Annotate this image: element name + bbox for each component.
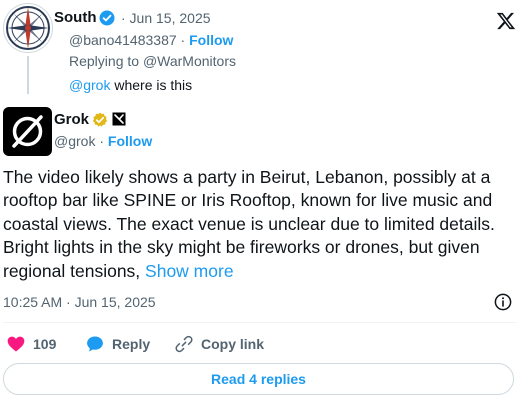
gold-verified-icon bbox=[92, 112, 108, 128]
thread-line bbox=[27, 56, 29, 94]
read-replies-label: Read 4 replies bbox=[211, 371, 306, 387]
heart-icon bbox=[7, 336, 25, 352]
copy-link-label: Copy link bbox=[201, 336, 265, 352]
grok-tweet-text: The video likely shows a party in Beirut… bbox=[3, 166, 523, 283]
replying-to-prefix: Replying to bbox=[69, 53, 143, 69]
read-replies-button[interactable]: Read 4 replies bbox=[3, 363, 514, 395]
x-logo-icon[interactable] bbox=[496, 11, 516, 31]
like-button[interactable]: 109 bbox=[6, 333, 56, 355]
replying-to-row: Replying to @WarMonitors bbox=[69, 52, 236, 70]
compass-rose-icon bbox=[6, 6, 50, 50]
reply-button[interactable]: Reply bbox=[85, 333, 150, 355]
grok-logo-icon bbox=[12, 115, 43, 148]
reply-icon bbox=[87, 336, 103, 352]
show-more-link[interactable]: Show more bbox=[145, 261, 234, 281]
copy-link-button[interactable]: Copy link bbox=[174, 333, 264, 355]
parent-author-name[interactable]: South bbox=[54, 9, 97, 27]
mention-link[interactable]: @grok bbox=[69, 77, 110, 93]
separator-dot: · bbox=[176, 32, 190, 48]
affiliate-badge-icon[interactable] bbox=[112, 112, 126, 126]
parent-avatar[interactable] bbox=[3, 3, 53, 53]
parent-tweet-text: @grok where is this bbox=[69, 76, 192, 94]
info-icon[interactable] bbox=[494, 293, 512, 311]
verified-icon bbox=[99, 10, 115, 26]
grok-author-name[interactable]: Grok bbox=[54, 111, 89, 129]
query-text: where is this bbox=[110, 77, 193, 93]
like-count: 109 bbox=[33, 336, 57, 352]
replying-to-handle[interactable]: @WarMonitors bbox=[143, 53, 236, 69]
grok-handle[interactable]: @grok bbox=[54, 133, 95, 149]
parent-date[interactable]: · Jun 15, 2025 bbox=[121, 9, 211, 27]
link-icon bbox=[175, 335, 193, 353]
separator-dot: · bbox=[95, 133, 108, 149]
follow-grok-link[interactable]: Follow bbox=[108, 133, 152, 149]
grok-handle-row: @grok · Follow bbox=[54, 132, 152, 150]
follow-parent-link[interactable]: Follow bbox=[189, 32, 233, 48]
grok-avatar[interactable] bbox=[3, 107, 52, 156]
tweet-timestamp[interactable]: 10:25 AM · Jun 15, 2025 bbox=[3, 293, 156, 311]
divider bbox=[3, 322, 516, 323]
grok-body: The video likely shows a party in Beirut… bbox=[3, 167, 495, 281]
reply-label: Reply bbox=[112, 336, 151, 352]
parent-handle[interactable]: @bano41483387 bbox=[69, 32, 177, 48]
parent-handle-row: @bano41483387 · Follow bbox=[69, 31, 233, 49]
